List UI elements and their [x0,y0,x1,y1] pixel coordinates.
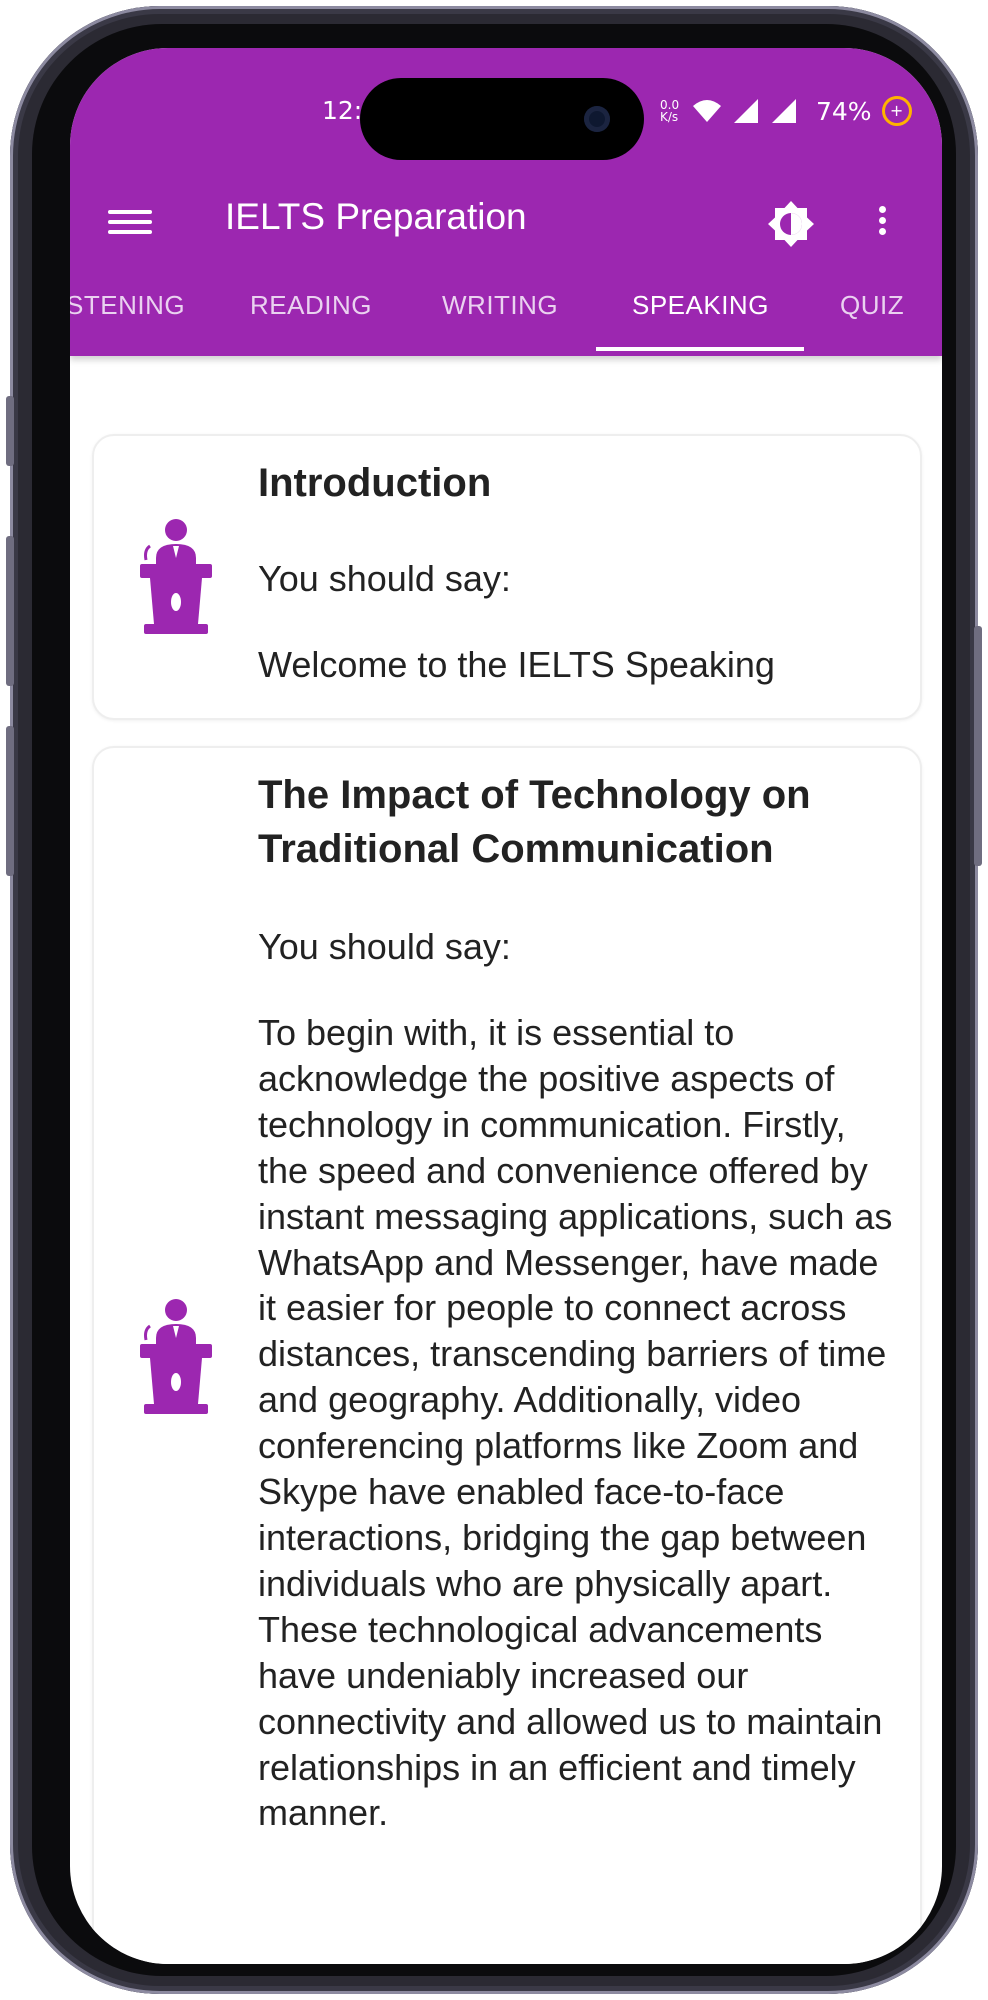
tab-speaking[interactable]: SPEAKING [632,290,769,321]
speaking-card-technology[interactable]: The Impact of Technology on Traditional … [92,746,922,1964]
power-button [974,626,982,866]
speaker-podium-icon [140,1299,212,1414]
mute-switch [6,396,14,466]
signal-icon [734,99,758,123]
battery-saver-icon: + [881,96,912,126]
toolbar: IELTS Preparation [70,188,942,260]
card-body: To begin with, it is essential to acknow… [258,1012,893,1834]
status-indicators: 0.0 K/s 74% + [660,96,912,126]
wifi-icon [693,100,721,122]
battery-percent: 74% [816,96,872,126]
more-vertical-icon[interactable] [870,202,894,246]
screen: 12:0 0.0 K/s 74% + IELTS Preparation STE… [70,48,942,1964]
tab-reading[interactable]: READING [250,290,372,321]
speaking-card-introduction[interactable]: Introduction You should say: Welcome to … [92,434,922,720]
hamburger-menu-icon[interactable] [108,204,152,244]
tab-indicator [596,347,804,351]
speaker-podium-icon [140,519,212,634]
card-title: Introduction [258,461,492,505]
volume-up-button [6,536,14,686]
network-speed: 0.0 K/s [660,98,680,124]
app-title: IELTS Preparation [225,196,527,237]
volume-down-button [6,726,14,876]
camera-icon [584,106,610,132]
card-subtitle: You should say: [258,558,511,599]
card-body: Welcome to the IELTS Speaking [258,644,775,685]
signal-icon-2 [772,99,796,123]
tab-listening[interactable]: STENING [70,290,185,321]
card-title: The Impact of Technology on Traditional … [258,773,811,871]
phone-frame: 12:0 0.0 K/s 74% + IELTS Preparation STE… [6,6,982,1994]
tab-bar: STENING READING WRITING SPEAKING QUIZ [70,276,942,356]
battery-saver-symbol: + [889,101,904,120]
tab-writing[interactable]: WRITING [442,290,558,321]
card-subtitle: You should say: [258,926,511,967]
brightness-icon[interactable] [765,198,817,250]
dynamic-island [360,78,644,160]
tab-quiz[interactable]: QUIZ [840,290,904,321]
